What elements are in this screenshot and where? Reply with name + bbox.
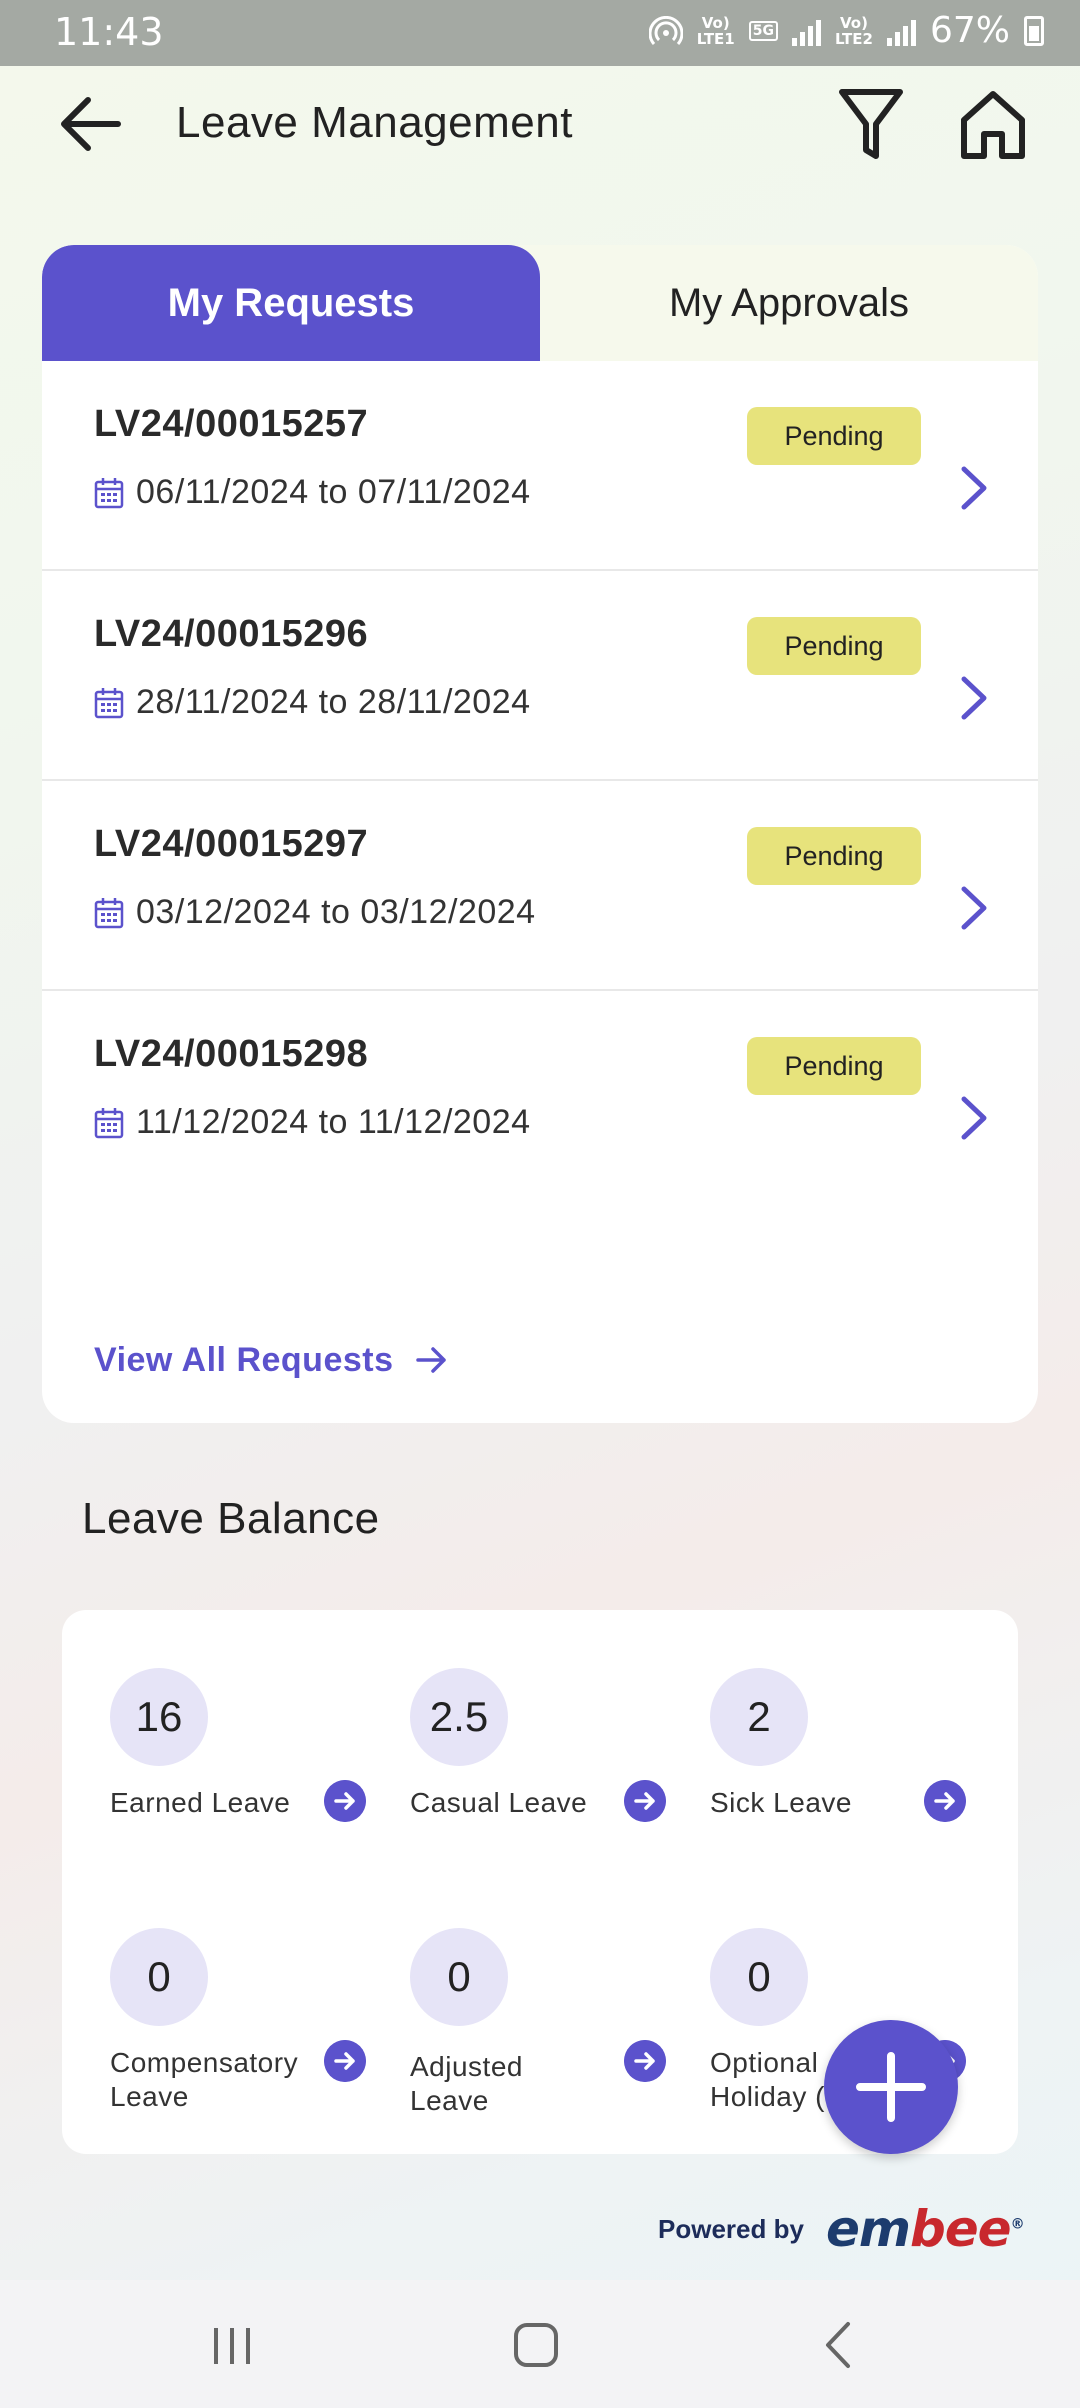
balance-value: 2 bbox=[710, 1668, 808, 1766]
request-id: LV24/00015298 bbox=[94, 1033, 369, 1075]
arrow-right-icon bbox=[415, 1347, 446, 1373]
status-badge: Pending bbox=[747, 827, 921, 885]
request-row[interactable]: LV24/00015297 03/12/2024 to 03/12/2024 P… bbox=[42, 781, 1038, 991]
nav-back-icon bbox=[826, 2322, 850, 2368]
home-button[interactable] bbox=[958, 88, 1028, 160]
tab-bar: My Requests My Approvals bbox=[42, 245, 1038, 361]
chevron-right-icon[interactable] bbox=[954, 1093, 994, 1143]
status-badge: Pending bbox=[747, 407, 921, 465]
balance-label: Sick Leave bbox=[710, 1787, 852, 1818]
balance-label: Casual Leave bbox=[410, 1787, 588, 1818]
balance-label: Compensatory Leave bbox=[110, 2047, 299, 2112]
add-leave-fab[interactable] bbox=[824, 2020, 958, 2154]
calendar-icon bbox=[94, 1108, 124, 1139]
filter-icon bbox=[839, 89, 903, 159]
chevron-right-icon[interactable] bbox=[954, 463, 994, 513]
balance-label: Earned Leave bbox=[110, 1787, 291, 1818]
request-row[interactable]: LV24/00015296 28/11/2024 to 28/11/2024 P… bbox=[42, 571, 1038, 781]
powered-by-label: Powered by bbox=[658, 2213, 804, 2244]
request-dates: 28/11/2024 to 28/11/2024 bbox=[136, 683, 531, 721]
balance-value: 0 bbox=[710, 1928, 808, 2026]
status-time: 11:43 bbox=[54, 10, 164, 54]
nav-back-button[interactable] bbox=[800, 2310, 880, 2380]
request-dates: 11/12/2024 to 11/12/2024 bbox=[136, 1103, 531, 1141]
view-all-requests-link[interactable]: View All Requests bbox=[94, 1335, 448, 1385]
brand-logo-part-2: bee bbox=[909, 2200, 1012, 2258]
home-icon bbox=[961, 91, 1025, 159]
battery-percent: 67% bbox=[929, 10, 1010, 51]
status-badge: Pending bbox=[747, 1037, 921, 1095]
app-header: Leave Management bbox=[0, 66, 1080, 184]
balance-item-adjusted[interactable]: 0 Adjusted Leave bbox=[410, 1928, 680, 2116]
arrow-left-icon bbox=[61, 97, 121, 151]
nav-home-button[interactable] bbox=[496, 2310, 576, 2380]
calendar-icon bbox=[94, 478, 124, 509]
request-id: LV24/00015257 bbox=[94, 403, 369, 445]
sim1-label: Vo) LTE1 bbox=[696, 13, 735, 48]
powered-by: Powered by embee® bbox=[658, 2200, 1025, 2258]
status-bar: 11:43 Vo) LTE1 5G Vo) LTE2 67% bbox=[0, 0, 1080, 66]
arrow-right-circle-icon[interactable] bbox=[624, 1780, 666, 1822]
request-row[interactable]: LV24/00015298 11/12/2024 to 11/12/2024 P… bbox=[42, 991, 1038, 1201]
balance-item-sick[interactable]: 2 Sick Leave bbox=[710, 1668, 980, 1838]
chevron-right-icon[interactable] bbox=[954, 883, 994, 933]
request-dates: 03/12/2024 to 03/12/2024 bbox=[136, 893, 536, 931]
recents-button[interactable] bbox=[192, 2310, 272, 2380]
balance-value: 0 bbox=[110, 1928, 208, 2026]
arrow-right-circle-icon[interactable] bbox=[324, 2040, 366, 2082]
sim2-label: Vo) LTE2 bbox=[834, 13, 873, 48]
signal-bars-icon bbox=[791, 16, 821, 46]
view-all-label: View All Requests bbox=[94, 1340, 394, 1379]
nav-home-icon bbox=[514, 2323, 558, 2367]
back-button[interactable] bbox=[56, 88, 128, 160]
tab-my-approvals[interactable]: My Approvals bbox=[540, 245, 1038, 361]
signal-bars-icon bbox=[886, 16, 916, 46]
chevron-right-icon[interactable] bbox=[954, 673, 994, 723]
brand-logo-part-1: em bbox=[825, 2200, 911, 2258]
balance-value: 2.5 bbox=[410, 1668, 508, 1766]
arrow-right-circle-icon[interactable] bbox=[624, 2040, 666, 2082]
balance-value: 16 bbox=[110, 1668, 208, 1766]
network-type: 5G bbox=[748, 20, 778, 41]
request-id: LV24/00015296 bbox=[94, 613, 369, 655]
filter-button[interactable] bbox=[838, 86, 904, 162]
calendar-icon bbox=[94, 688, 124, 719]
status-icons: Vo) LTE1 5G Vo) LTE2 67% bbox=[648, 10, 1044, 51]
page-title: Leave Management bbox=[176, 98, 573, 147]
brand-logo: embee® bbox=[825, 2200, 1025, 2258]
battery-icon bbox=[1024, 15, 1044, 46]
request-row[interactable]: LV24/00015257 06/11/2024 to 07/11/2024 P… bbox=[42, 361, 1038, 571]
balance-value: 0 bbox=[410, 1928, 508, 2026]
balance-item-casual[interactable]: 2.5 Casual Leave bbox=[410, 1668, 680, 1838]
hotspot-icon bbox=[648, 15, 683, 45]
plus-icon bbox=[856, 2052, 926, 2122]
status-badge: Pending bbox=[747, 617, 921, 675]
recents-icon bbox=[214, 2328, 250, 2364]
calendar-icon bbox=[94, 898, 124, 929]
request-id: LV24/00015297 bbox=[94, 823, 369, 865]
leave-balance-title: Leave Balance bbox=[82, 1494, 380, 1543]
requests-card: My Requests My Approvals LV24/00015257 0… bbox=[42, 245, 1038, 1423]
arrow-right-circle-icon[interactable] bbox=[324, 1780, 366, 1822]
tab-my-requests[interactable]: My Requests bbox=[42, 245, 540, 361]
balance-label: Adjusted Leave bbox=[410, 2051, 523, 2116]
request-dates: 06/11/2024 to 07/11/2024 bbox=[136, 473, 531, 511]
system-nav-bar bbox=[0, 2280, 1080, 2408]
brand-registered-mark: ® bbox=[1010, 2216, 1025, 2233]
arrow-right-circle-icon[interactable] bbox=[924, 1780, 966, 1822]
balance-item-compensatory[interactable]: 0 Compensatory Leave bbox=[110, 1928, 380, 2112]
balance-item-earned[interactable]: 16 Earned Leave bbox=[110, 1668, 380, 1838]
